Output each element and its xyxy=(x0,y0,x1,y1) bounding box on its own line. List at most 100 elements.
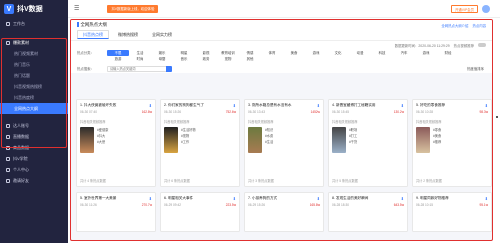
notice-banner[interactable]: 抖V数据新版上线，欢迎体验 xyxy=(107,4,159,13)
hotspot-card[interactable]: ⬇ 2. 你们家的狗狗都生气了 06-30 15:26 752.6w 抖音相关视频推荐 #… xyxy=(160,99,240,187)
card-title[interactable]: 1. 抖大侠竟被破坏失败 xyxy=(80,103,152,108)
tab-weibo-hot[interactable]: 微博热搜榜 xyxy=(113,30,143,39)
sidebar-item-hot-material[interactable]: 爆款素材 xyxy=(0,37,68,48)
category-chip[interactable]: 旅游 xyxy=(107,56,129,62)
sidebar-subitem-douyin-heat[interactable]: 抖音热度榜 xyxy=(0,92,68,103)
category-chip[interactable]: 母婴 xyxy=(151,56,173,62)
card-title[interactable]: 3. 厕所水箱总是有水没有水 xyxy=(248,103,320,108)
top-bar: ☰ 抖V数据新版上线，欢迎体验 开通VIP会员 xyxy=(68,0,500,18)
sidebar-item-invite[interactable]: 邀请好友 xyxy=(0,175,68,186)
video-tag[interactable]: #生活 xyxy=(265,139,273,145)
related-videos-heading: 抖音相关视频推荐 xyxy=(248,120,274,124)
card-meta: 06-28 18:30 643.5w xyxy=(332,203,404,207)
card-title[interactable]: 8. 发现生活的美好瞬间 xyxy=(332,196,404,201)
video-thumbnail[interactable] xyxy=(248,127,262,153)
category-chip[interactable]: 科技 xyxy=(371,50,393,56)
download-icon[interactable]: ⬇ xyxy=(401,103,404,108)
category-chip[interactable]: 美食 xyxy=(283,50,305,56)
download-icon[interactable]: ⬇ xyxy=(149,196,152,201)
category-chip[interactable]: 财经 xyxy=(437,50,459,56)
video-tag[interactable]: #干货 xyxy=(349,139,357,145)
video-thumbnail[interactable] xyxy=(80,127,94,153)
category-chip[interactable]: 汽车 xyxy=(393,50,415,56)
card-title[interactable]: 4. 新晋宝藏博打工秘籍实用 xyxy=(332,103,404,108)
category-chip[interactable]: 时尚 xyxy=(129,56,151,62)
download-icon[interactable]: ⬇ xyxy=(485,103,488,108)
card-title[interactable]: 9. 明星同款好物推荐 xyxy=(416,196,488,201)
search-input[interactable] xyxy=(107,65,167,72)
category-row: 热点分类： 不限 生活 娱乐 明星 影视 教育培训 情感 体育 美食 游戏 文化 动漫 科技 汽车 游戏 财经… xyxy=(77,50,486,62)
card-date: 06-30 07:40 xyxy=(80,110,98,114)
download-icon[interactable]: ⬇ xyxy=(233,103,236,108)
video-tag[interactable]: #大侠 xyxy=(97,139,108,145)
hot-video-toggle[interactable] xyxy=(478,43,486,47)
category-chip[interactable]: 动漫 xyxy=(349,50,371,56)
download-icon[interactable]: ⬇ xyxy=(149,103,152,108)
sidebar-subitem-douyin-search[interactable]: 抖音视频热搜榜 xyxy=(0,81,68,92)
video-row: #零食 #美食 #推荐 xyxy=(416,127,488,153)
sidebar-subitem-hot-video[interactable]: 热门视频素材 xyxy=(0,48,68,59)
avatar[interactable] xyxy=(482,5,490,13)
hotspot-card[interactable]: ⬇ 1. 抖大侠竟被破坏失败 06-30 07:40 162.8w 抖音相关视频推荐 #爱… xyxy=(76,99,156,187)
hotspot-card[interactable]: ⬇ 3. 厕所水箱总是有水没有水 06-30 13:43 1452w 抖音相关视频推荐 #… xyxy=(244,99,324,187)
download-icon[interactable]: ⬇ xyxy=(401,196,404,201)
tab-bar: 抖音热点榜 微博热搜榜 全网实力榜 xyxy=(71,29,492,41)
sidebar-item-accounts[interactable]: 达人账号 xyxy=(0,120,68,131)
category-chip[interactable]: 文化 xyxy=(327,50,349,56)
sidebar-item-live[interactable]: 直播数据 xyxy=(0,131,68,142)
category-chip[interactable]: 政务 xyxy=(195,56,217,62)
hotspot-card[interactable]: ⬇ 4. 新晋宝藏博打工秘籍实用 06-30 15:45 130.2w 抖音相关视频推荐… xyxy=(328,99,408,187)
category-chip[interactable]: 其他 xyxy=(239,56,261,62)
sort-toggle[interactable]: 热度值排序 xyxy=(467,66,484,71)
download-icon[interactable]: ⬇ xyxy=(485,196,488,201)
category-label: 热点分类： xyxy=(77,51,94,55)
sidebar-item-label: 抖V学院 xyxy=(13,155,28,161)
sidebar-item-label: 个人中心 xyxy=(13,166,29,172)
vip-button[interactable]: 开通VIP会员 xyxy=(450,5,478,13)
sidebar-item-workbench[interactable]: 工作台 xyxy=(0,18,68,29)
hotspot-card[interactable]: ⬇ 5. 室外世界第一大美景 06-30 11:26 270.7w xyxy=(76,192,156,232)
help-link-hot[interactable]: 热点内容 xyxy=(472,23,486,28)
card-title[interactable]: 7. 小孩养狗的方式 xyxy=(248,196,320,201)
hotspot-card[interactable]: ⬇ 6. 明星相关大事件 06-29 09:42 223.5w xyxy=(160,192,240,232)
download-icon[interactable]: ⬇ xyxy=(233,196,236,201)
sidebar-subitem-hotspot-outline[interactable]: 全网热点大纲 xyxy=(0,103,68,114)
tab-all-strength[interactable]: 全网实力榜 xyxy=(147,30,177,39)
sidebar-item-profile[interactable]: 个人中心 xyxy=(0,164,68,175)
card-title[interactable]: 2. 你们家的狗狗都生气了 xyxy=(164,103,236,108)
sidebar-item-academy[interactable]: 抖V学院 xyxy=(0,153,68,164)
category-chip[interactable]: 游戏 xyxy=(305,50,327,56)
hotspot-card[interactable]: ⬇ 7. 小孩养狗的方式 06-29 15:26 165.8w xyxy=(244,192,324,232)
related-videos-heading: 抖音相关视频推荐 xyxy=(416,120,442,124)
video-tag[interactable]: #推荐 xyxy=(433,139,441,145)
card-meta: 06-30 10:28 98.3w xyxy=(416,110,488,114)
download-icon[interactable]: ⬇ xyxy=(317,103,320,108)
hotspot-cards: ⬇ 1. 抖大侠竟被破坏失败 06-30 07:40 162.8w 抖音相关视频推荐 #爱… xyxy=(76,99,492,232)
video-thumbnail[interactable] xyxy=(332,127,346,153)
card-title[interactable]: 6. 明星相关大事件 xyxy=(164,196,236,201)
category-chip[interactable]: 游戏 xyxy=(415,50,437,56)
video-thumbnail[interactable] xyxy=(164,127,178,153)
card-title[interactable]: 5. 好吃的零食推荐 xyxy=(416,103,488,108)
app-logo[interactable]: V 抖V数据 xyxy=(0,0,68,18)
live-icon xyxy=(6,134,10,139)
video-thumbnail[interactable] xyxy=(416,127,430,153)
search-button[interactable] xyxy=(166,65,172,72)
hotspot-card[interactable]: ⬇ 5. 好吃的零食推荐 06-30 10:28 98.3w 抖音相关视频推荐 #零食 #美… xyxy=(412,99,492,187)
help-link-intro[interactable]: 全网热点大纲介绍 xyxy=(441,23,468,28)
hotspot-card[interactable]: ⬇ 8. 发现生活的美好瞬间 06-28 18:30 643.5w xyxy=(328,192,408,232)
hotspot-card[interactable]: ⬇ 9. 明星同款好物推荐 06-28 10:15 95.1w xyxy=(412,192,492,232)
sidebar-item-label: 达人账号 xyxy=(13,122,29,128)
sidebar-subitem-hot-music[interactable]: 热门音乐 xyxy=(0,59,68,70)
category-chip[interactable]: 体育 xyxy=(261,50,283,56)
video-tags: #爱健康 #抖大 #大侠 xyxy=(97,127,108,153)
download-icon[interactable]: ⬇ xyxy=(317,196,320,201)
menu-icon[interactable]: ☰ xyxy=(74,5,79,12)
video-tag[interactable]: #工作 xyxy=(181,139,196,145)
card-title[interactable]: 5. 室外世界第一大美景 xyxy=(80,196,152,201)
tab-douyin-hot[interactable]: 抖音热点榜 xyxy=(77,30,109,39)
sidebar-item-goods[interactable]: 商品数据 xyxy=(0,142,68,153)
category-chip[interactable]: 宠物 xyxy=(217,56,239,62)
sidebar-subitem-hot-topic[interactable]: 热门话题 xyxy=(0,70,68,81)
category-chip[interactable]: 音乐 xyxy=(173,56,195,62)
